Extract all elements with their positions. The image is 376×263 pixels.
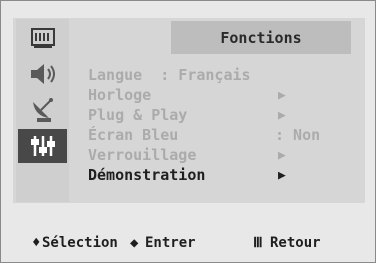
menu-item-demonstration[interactable]: Démonstration	[88, 166, 205, 184]
menu-item-horloge[interactable]: Horloge	[88, 86, 151, 104]
footer-bar: ♦ Sélection ◆ Entrer Ⅲ Retour	[0, 235, 376, 255]
arrow-right-icon: ▶	[278, 168, 286, 183]
menu-sidebar	[16, 19, 69, 202]
picture-icon[interactable]	[18, 21, 67, 55]
arrow-right-icon: ▶	[278, 148, 286, 163]
select-label: Sélection	[42, 235, 118, 251]
menu-title: Fonctions	[171, 21, 351, 54]
up-down-icon: ♦	[32, 235, 41, 251]
arrow-right-icon: ▶	[278, 108, 286, 123]
left-right-icon: ◆	[130, 235, 139, 251]
arrow-right-icon: ▶	[278, 88, 286, 103]
return-label: Retour	[270, 235, 321, 251]
menu-item-ecran-bleu-value: : Non	[275, 126, 321, 144]
return-icon: Ⅲ	[253, 235, 263, 251]
sound-icon[interactable]	[18, 57, 67, 91]
enter-label: Entrer	[145, 235, 196, 251]
setup-functions-icon[interactable]	[18, 129, 67, 163]
menu-item-plug-and-play[interactable]: Plug & Play	[88, 106, 187, 124]
menu-item-langue[interactable]: Langue : Français	[88, 66, 251, 84]
menu-item-verrouillage[interactable]: Verrouillage	[88, 146, 196, 164]
channel-antenna-icon[interactable]	[18, 93, 67, 127]
menu-item-ecran-bleu[interactable]: Écran Bleu	[88, 126, 178, 144]
